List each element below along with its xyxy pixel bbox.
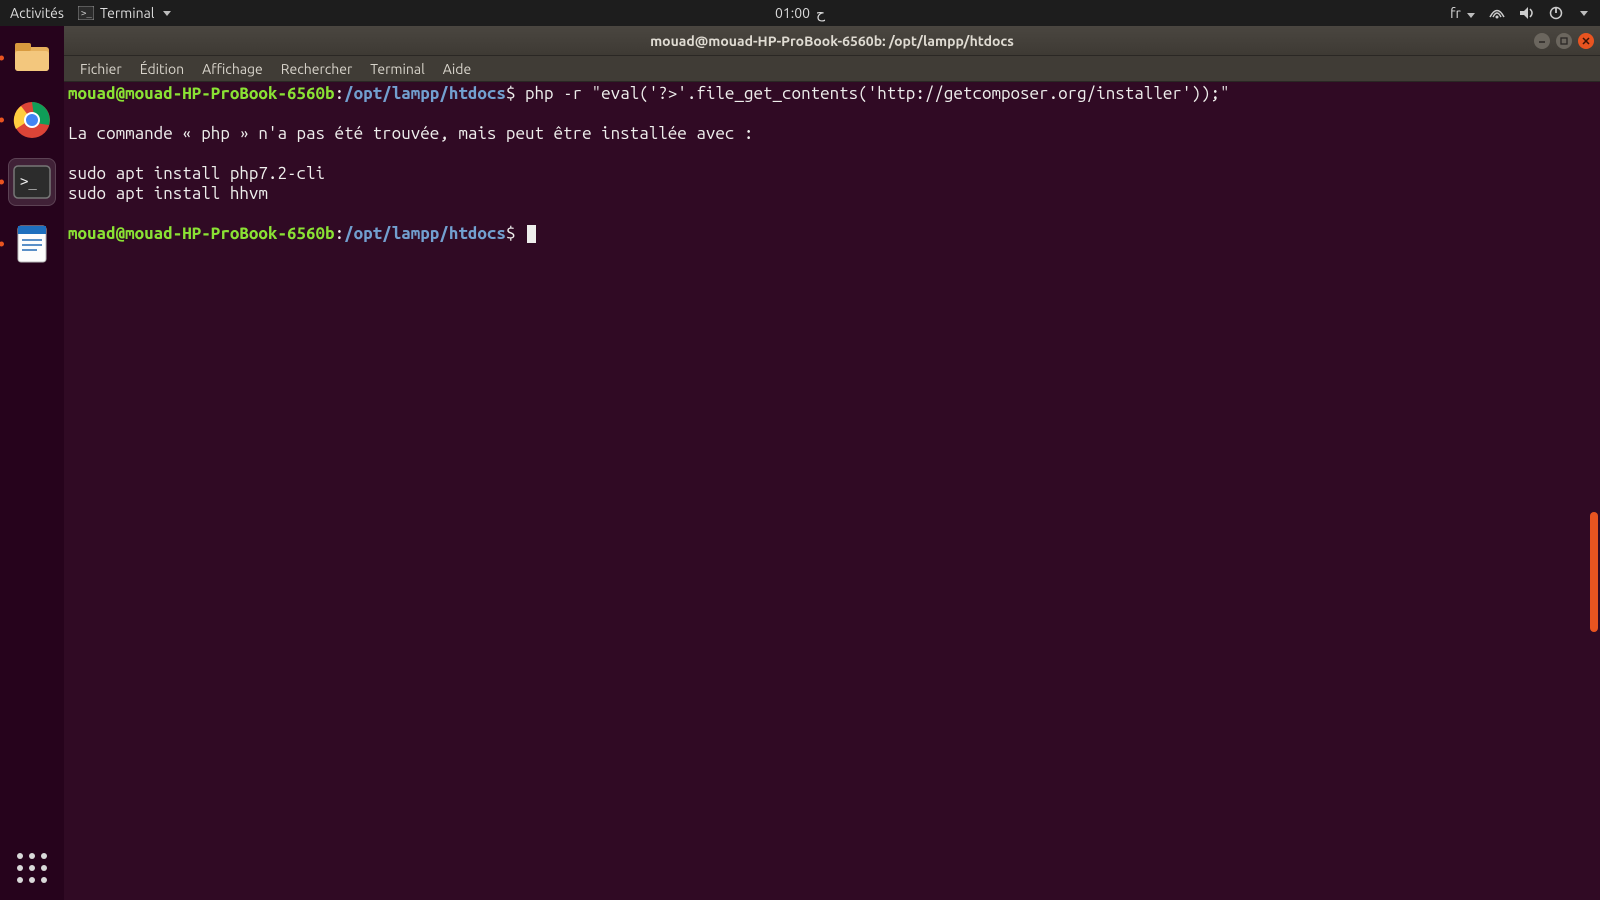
keyboard-layout-label: fr (1450, 5, 1461, 21)
app-menu[interactable]: >_ Terminal (78, 5, 172, 21)
show-applications-button[interactable] (14, 850, 50, 886)
terminal-output-area[interactable]: mouad@mouad-HP-ProBook-6560b:/opt/lampp/… (64, 82, 1600, 900)
terminal-line (68, 204, 1596, 224)
terminal-small-icon: >_ (78, 6, 94, 20)
terminal-line: mouad@mouad-HP-ProBook-6560b:/opt/lampp/… (68, 84, 1596, 104)
chevron-down-icon (1467, 13, 1475, 18)
svg-text:>_: >_ (20, 174, 37, 190)
activities-button[interactable]: Activités (10, 5, 64, 21)
dock-files[interactable] (8, 34, 56, 82)
scrollbar-thumb[interactable] (1590, 512, 1598, 632)
window-title: mouad@mouad-HP-ProBook-6560b: /opt/lampp… (650, 33, 1014, 49)
dock-chrome[interactable] (8, 96, 56, 144)
chevron-down-icon (163, 11, 171, 16)
terminal-line: sudo apt install php7.2-cli (68, 164, 1596, 184)
window-maximize-button[interactable] (1556, 33, 1572, 49)
terminal-line: mouad@mouad-HP-ProBook-6560b:/opt/lampp/… (68, 224, 1596, 244)
window-close-button[interactable] (1578, 33, 1594, 49)
menu-terminal[interactable]: Terminal (362, 58, 433, 80)
menu-rechercher[interactable]: Rechercher (273, 58, 360, 80)
terminal-menubar: Fichier Édition Affichage Rechercher Ter… (64, 56, 1600, 82)
menu-affichage[interactable]: Affichage (194, 58, 271, 80)
volume-icon[interactable] (1519, 6, 1535, 20)
dock-writer[interactable] (8, 220, 56, 268)
window-minimize-button[interactable] (1534, 33, 1550, 49)
terminal-line (68, 144, 1596, 164)
keyboard-layout-indicator[interactable]: fr (1450, 5, 1475, 21)
network-icon[interactable] (1489, 6, 1505, 20)
terminal-line (68, 104, 1596, 124)
menu-fichier[interactable]: Fichier (72, 58, 130, 80)
terminal-line: sudo apt install hhvm (68, 184, 1596, 204)
clock-ext-icon: ح (816, 5, 825, 22)
gnome-top-bar: Activités >_ Terminal 01:00 ح fr (0, 0, 1600, 26)
terminal-line: La commande « php » n'a pas été trouvée,… (68, 124, 1596, 144)
terminal-cursor (527, 225, 536, 243)
terminal-window: mouad@mouad-HP-ProBook-6560b: /opt/lampp… (64, 26, 1600, 900)
power-icon[interactable] (1549, 6, 1563, 20)
menu-edition[interactable]: Édition (132, 58, 192, 80)
dock-terminal[interactable]: >_ (8, 158, 56, 206)
dock: >_ (0, 26, 64, 900)
svg-text:>_: >_ (81, 9, 92, 19)
window-titlebar[interactable]: mouad@mouad-HP-ProBook-6560b: /opt/lampp… (64, 26, 1600, 56)
clock[interactable]: 01:00 (775, 5, 810, 21)
menu-aide[interactable]: Aide (435, 58, 479, 80)
app-menu-label: Terminal (100, 5, 155, 21)
chevron-down-icon (1580, 11, 1588, 16)
